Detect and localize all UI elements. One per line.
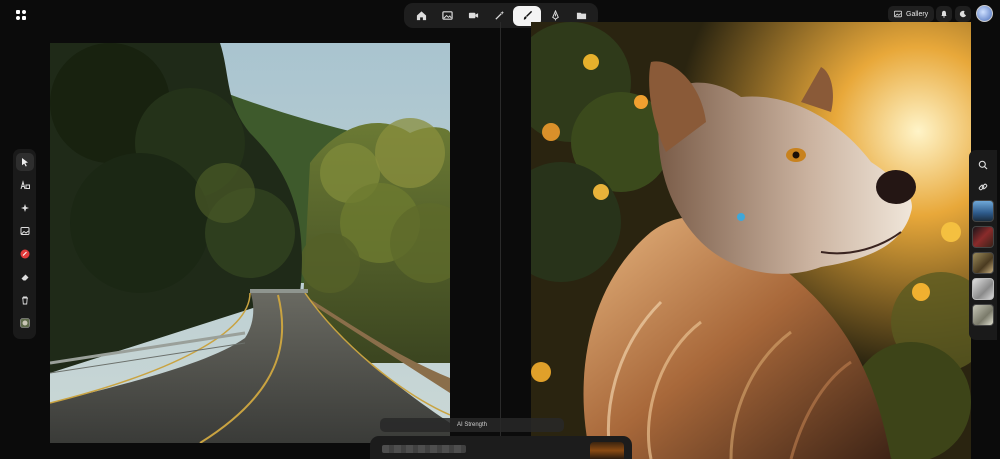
right-history-rail: [969, 150, 997, 340]
logo-icon: [16, 10, 26, 20]
trash-icon: [21, 296, 28, 305]
color-swatch-icon: [20, 249, 29, 259]
history-thumbnail[interactable]: [972, 252, 994, 274]
magic-wand-icon: [494, 10, 504, 20]
brush-icon: [523, 10, 532, 20]
cursor-icon: [21, 158, 28, 167]
select-tool[interactable]: [15, 153, 34, 171]
image-tool[interactable]: [16, 222, 34, 240]
home-icon: [416, 11, 426, 21]
search-button[interactable]: [974, 156, 992, 174]
eraser-icon: [21, 274, 28, 281]
thumbnail-icon: [19, 318, 30, 328]
eraser-tool[interactable]: [16, 268, 34, 286]
bell-icon: [941, 10, 947, 18]
ai-strength-slider[interactable]: AI Strength: [380, 418, 564, 432]
image-icon: [20, 227, 29, 235]
history-thumbnail[interactable]: [972, 304, 994, 326]
history-thumbnail[interactable]: [972, 278, 994, 300]
history-thumbnail[interactable]: [972, 226, 994, 248]
sparkles-icon: [20, 204, 29, 212]
app-logo[interactable]: [14, 8, 28, 22]
dog-portrait-image: [531, 22, 971, 459]
gallery-label: Gallery: [906, 10, 929, 18]
reference-thumbnail[interactable]: [16, 314, 34, 332]
folder-icon: [576, 12, 586, 20]
history-thumbnail[interactable]: [972, 200, 994, 222]
enhance-button[interactable]: [487, 6, 511, 26]
video-icon: [468, 12, 478, 19]
image-mode-button[interactable]: [435, 6, 459, 26]
notifications-button[interactable]: [936, 6, 952, 22]
theme-toggle-button[interactable]: [955, 6, 971, 22]
ai-generate-tool[interactable]: [16, 199, 34, 217]
user-avatar[interactable]: [976, 5, 993, 22]
source-image-canvas[interactable]: [50, 43, 450, 443]
color-tool[interactable]: [16, 245, 34, 263]
gallery-icon: [894, 10, 902, 18]
road-forest-image: [50, 43, 450, 443]
video-mode-button[interactable]: [461, 6, 485, 26]
shapes-text-tool[interactable]: [16, 176, 34, 194]
search-icon: [978, 160, 988, 170]
delete-tool[interactable]: [16, 291, 34, 309]
moon-icon: [959, 10, 967, 18]
link-icon: [978, 183, 988, 191]
ai-strength-label: AI Strength: [456, 422, 488, 428]
prompt-text-placeholder: [382, 445, 466, 453]
prompt-image-thumbnail[interactable]: [590, 442, 624, 459]
pen-nib-icon: [551, 10, 559, 21]
left-tool-rail: [13, 149, 36, 339]
image-icon: [441, 11, 453, 20]
shapes-text-icon: [20, 180, 30, 190]
generated-image-canvas[interactable]: [531, 22, 971, 459]
gallery-button[interactable]: Gallery: [888, 6, 935, 22]
canvas-divider: [500, 22, 501, 459]
home-button[interactable]: [409, 6, 433, 26]
link-button[interactable]: [974, 178, 992, 196]
